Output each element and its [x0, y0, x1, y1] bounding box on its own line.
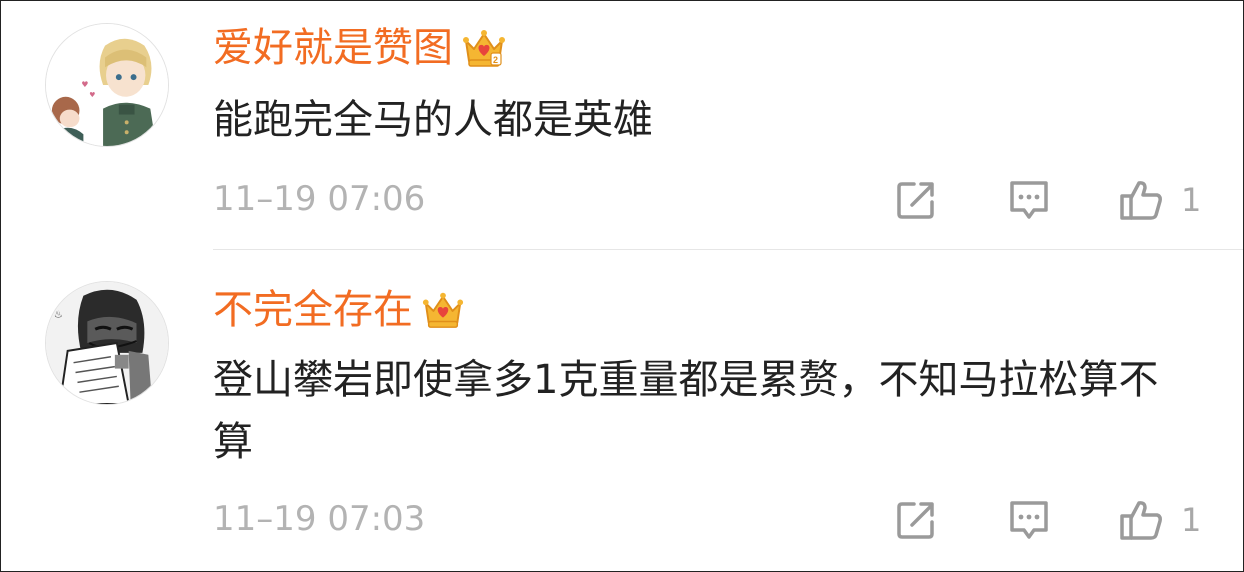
like-count: 1	[1181, 181, 1202, 219]
svg-text:♨: ♨	[54, 309, 63, 320]
svg-text:2: 2	[493, 55, 498, 65]
comment-header: 不完全存在	[213, 285, 465, 335]
comment-button[interactable]	[1007, 498, 1051, 542]
avatar[interactable]: ♥ ♥	[45, 23, 169, 147]
manga-avatar-image: ♨	[46, 282, 168, 404]
username[interactable]: 不完全存在	[213, 285, 413, 335]
timestamp: 11–19 07:03	[213, 499, 426, 539]
svg-text:♥: ♥	[81, 80, 88, 89]
thumbs-up-icon	[1120, 501, 1162, 540]
crown-badge-icon[interactable]: 2	[461, 25, 507, 71]
crown-badge-icon[interactable]	[421, 288, 465, 332]
like-button[interactable]: 1	[1119, 178, 1201, 222]
divider	[213, 249, 1243, 250]
comment-list: ♥ ♥ 爱好就是赞图 2 能跑完全马的人都是英雄 11–19 07:06 1 ♨…	[0, 0, 1244, 572]
avatar[interactable]: ♨	[45, 281, 169, 405]
like-count: 1	[1181, 501, 1202, 539]
comment-bubble-icon	[1010, 181, 1048, 219]
anime-avatar-image: ♥ ♥	[46, 24, 168, 146]
comment-text: 能跑完全马的人都是英雄	[213, 97, 653, 143]
thumbs-up-icon	[1120, 181, 1162, 220]
comment-bubble-icon	[1010, 501, 1048, 539]
share-button[interactable]	[894, 498, 938, 542]
timestamp: 11–19 07:06	[213, 179, 426, 219]
comment-header: 爱好就是赞图 2	[213, 23, 507, 73]
comment-item: ♨ 不完全存在 登山攀岩即使拿多1克重量都是累赘，不知马拉松算不算 11–19 …	[1, 251, 1243, 571]
comment-text: 登山攀岩即使拿多1克重量都是累赘，不知马拉松算不算	[213, 357, 1159, 465]
svg-text:♥: ♥	[89, 91, 95, 99]
username[interactable]: 爱好就是赞图	[213, 23, 453, 73]
comment-item: ♥ ♥ 爱好就是赞图 2 能跑完全马的人都是英雄 11–19 07:06 1	[1, 1, 1243, 251]
share-button[interactable]	[894, 178, 938, 222]
comment-button[interactable]	[1007, 178, 1051, 222]
share-icon	[897, 502, 934, 539]
share-icon	[897, 182, 934, 219]
like-button[interactable]: 1	[1119, 498, 1201, 542]
